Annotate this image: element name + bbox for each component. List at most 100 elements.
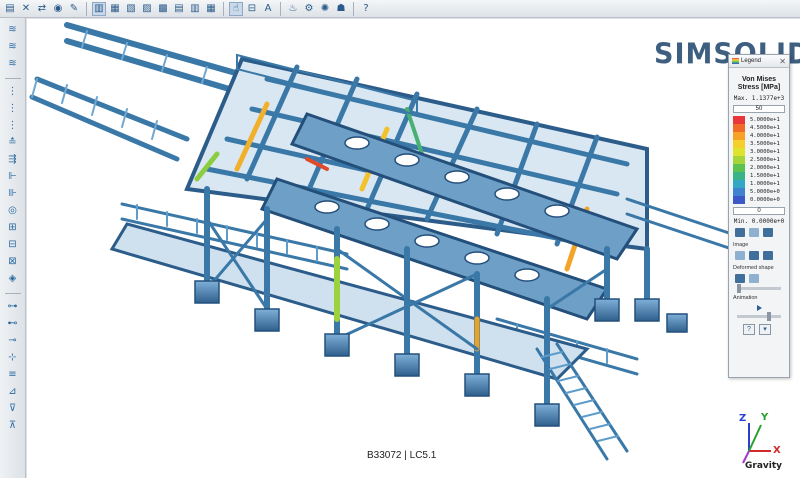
left-tool-icon-2-2[interactable]: ⊸	[5, 334, 21, 348]
left-tool-icon-2-6[interactable]: ⊽	[5, 402, 21, 416]
left-tool-icon-1-9[interactable]: ⊟	[5, 238, 21, 252]
left-toolbar: ≋ ≋ ≋ ⋮ ⋮ ⋮ ≛ ⇶ ⊩ ⊪ ◎ ⊞ ⊟ ⊠ ◈ ⊶ ⊷ ⊸ ⊹ ≡ ⊿ ⊽ ⊼	[0, 18, 26, 478]
legend-min-value: Min. 0.0000e+0	[733, 218, 785, 225]
scale-swatch	[733, 148, 745, 156]
scale-row: 2.5000e+1	[733, 156, 780, 164]
deform-scale-slider[interactable]	[737, 284, 781, 293]
left-tool-icon-1-8[interactable]: ⊞	[5, 221, 21, 235]
left-tool-icon-1-2[interactable]: ⋮	[5, 119, 21, 133]
scale-label: 4.0000e+1	[750, 133, 780, 139]
ruler-icon[interactable]	[735, 228, 745, 237]
legend-footer: ? ▾	[743, 324, 789, 335]
view-front-icon[interactable]: ▥	[92, 1, 106, 16]
lower-limit-input[interactable]: 0	[733, 207, 785, 215]
left-tool-icon-1-3[interactable]: ≛	[5, 136, 21, 150]
select-icon[interactable]: ☝	[229, 1, 243, 16]
weld-icon[interactable]: ✺	[318, 2, 332, 16]
left-toolbar-separator	[4, 78, 21, 79]
image-smooth-icon[interactable]	[735, 251, 745, 260]
view-iso-icon[interactable]: ▧	[124, 2, 138, 16]
section-icon[interactable]: ⊟	[245, 2, 259, 16]
left-tool-icon-2-4[interactable]: ≡	[5, 368, 21, 382]
connections-icon[interactable]: ♨	[286, 2, 300, 16]
view-side-icon[interactable]: ▦	[108, 2, 122, 16]
help-button[interactable]: ?	[743, 324, 755, 335]
scale-row: 3.5000e+1	[733, 140, 780, 148]
cross-icon[interactable]: ✕	[19, 2, 33, 16]
image-section-label: Image	[733, 242, 749, 248]
axis-x-label: X	[773, 445, 781, 456]
left-tool-icon-1-6[interactable]: ⊪	[5, 187, 21, 201]
bolt-icon[interactable]: ⚙	[302, 2, 316, 16]
scale-row: 5.0000e+0	[733, 188, 780, 196]
left-tool-icon-1-11[interactable]: ◈	[5, 272, 21, 286]
left-tool-icon-0-2[interactable]: ≋	[5, 57, 21, 71]
probe-icon[interactable]	[763, 228, 773, 237]
left-tool-icon-2-1[interactable]: ⊷	[5, 317, 21, 331]
scale-row: 4.5000e+1	[733, 124, 780, 132]
transform-icon[interactable]: ⇄	[35, 2, 49, 16]
structure-model[interactable]	[27, 19, 800, 478]
legend-title: Von Mises Stress [MPa]	[729, 76, 789, 92]
image-mesh-icon[interactable]	[763, 251, 773, 260]
scale-row: 1.0000e+1	[733, 180, 780, 188]
scale-swatch	[733, 164, 745, 172]
play-icon[interactable]	[757, 305, 762, 311]
help-icon[interactable]: ?	[359, 2, 373, 16]
legend-title-line2: Stress [MPa]	[737, 84, 781, 91]
scale-swatch	[733, 124, 745, 132]
animation-speed-slider[interactable]	[737, 312, 781, 321]
left-tool-icon-2-5[interactable]: ⊿	[5, 385, 21, 399]
upper-limit-input[interactable]: 50	[733, 105, 785, 113]
left-tool-icon-1-10[interactable]: ⊠	[5, 255, 21, 269]
left-tool-icon-1-4[interactable]: ⇶	[5, 153, 21, 167]
scale-row: 4.0000e+1	[733, 132, 780, 140]
save-icon[interactable]: ▾	[759, 324, 771, 335]
pencil-icon[interactable]: ✎	[67, 2, 81, 16]
left-tool-icon-2-0[interactable]: ⊶	[5, 300, 21, 314]
left-tool-icon-1-5[interactable]: ⊩	[5, 170, 21, 184]
open-icon[interactable]: ▤	[3, 2, 17, 16]
scale-row: 1.5000e+1	[733, 172, 780, 180]
deformed-options-row	[735, 274, 789, 283]
left-tool-icon-1-0[interactable]: ⋮	[5, 85, 21, 99]
measure-icon[interactable]: A	[261, 2, 275, 16]
material-icon[interactable]: ☗	[334, 2, 348, 16]
scale-row: 5.0000e+1	[733, 116, 780, 124]
view-bottom-icon[interactable]: ▩	[156, 2, 170, 16]
left-toolbar-separator	[4, 293, 21, 294]
lock-icon[interactable]	[749, 228, 759, 237]
axis-y-label: Y	[761, 412, 769, 423]
left-tool-icon-2-3[interactable]: ⊹	[5, 351, 21, 365]
left-tool-icon-2-7[interactable]: ⊼	[5, 419, 21, 433]
scale-swatch	[733, 140, 745, 148]
toolbar-separator	[353, 1, 354, 16]
left-tool-icon-0-1[interactable]: ≋	[5, 40, 21, 54]
scale-label: 0.0000e+0	[750, 197, 780, 203]
scale-swatch	[733, 116, 745, 124]
eye-icon[interactable]: ◉	[51, 2, 65, 16]
toolbar-separator	[280, 1, 281, 16]
scale-swatch	[733, 172, 745, 180]
view-right-icon[interactable]: ▥	[188, 2, 202, 16]
left-tool-icon-1-7[interactable]: ◎	[5, 204, 21, 218]
view-left-icon[interactable]: ▤	[172, 2, 186, 16]
scale-label: 4.5000e+1	[750, 125, 780, 131]
legend-header-label: Legend	[741, 58, 762, 64]
view-top-icon[interactable]: ▨	[140, 2, 154, 16]
legend-panel[interactable]: Legend ✕ Von Mises Stress [MPa] Max. 1.1…	[728, 54, 790, 378]
scale-label: 2.0000e+1	[750, 165, 780, 171]
left-tool-icon-0-0[interactable]: ≋	[5, 23, 21, 37]
undeformed-icon[interactable]	[749, 274, 759, 283]
deformed-section-label: Deformed shape	[733, 265, 774, 271]
image-banded-icon[interactable]	[749, 251, 759, 260]
close-icon[interactable]: ✕	[779, 57, 786, 66]
scale-swatch	[733, 156, 745, 164]
loadcase-caption: B33072 | LC5.1	[367, 450, 437, 461]
deform-icon[interactable]	[735, 274, 745, 283]
model-viewport[interactable]: SIMSOLID B33072 | LC5.1 Z Y X Gravity	[27, 19, 800, 478]
scale-row: 3.0000e+1	[733, 148, 780, 156]
view-back-icon[interactable]: ▦	[204, 2, 218, 16]
scale-label: 1.5000e+1	[750, 173, 780, 179]
left-tool-icon-1-1[interactable]: ⋮	[5, 102, 21, 116]
